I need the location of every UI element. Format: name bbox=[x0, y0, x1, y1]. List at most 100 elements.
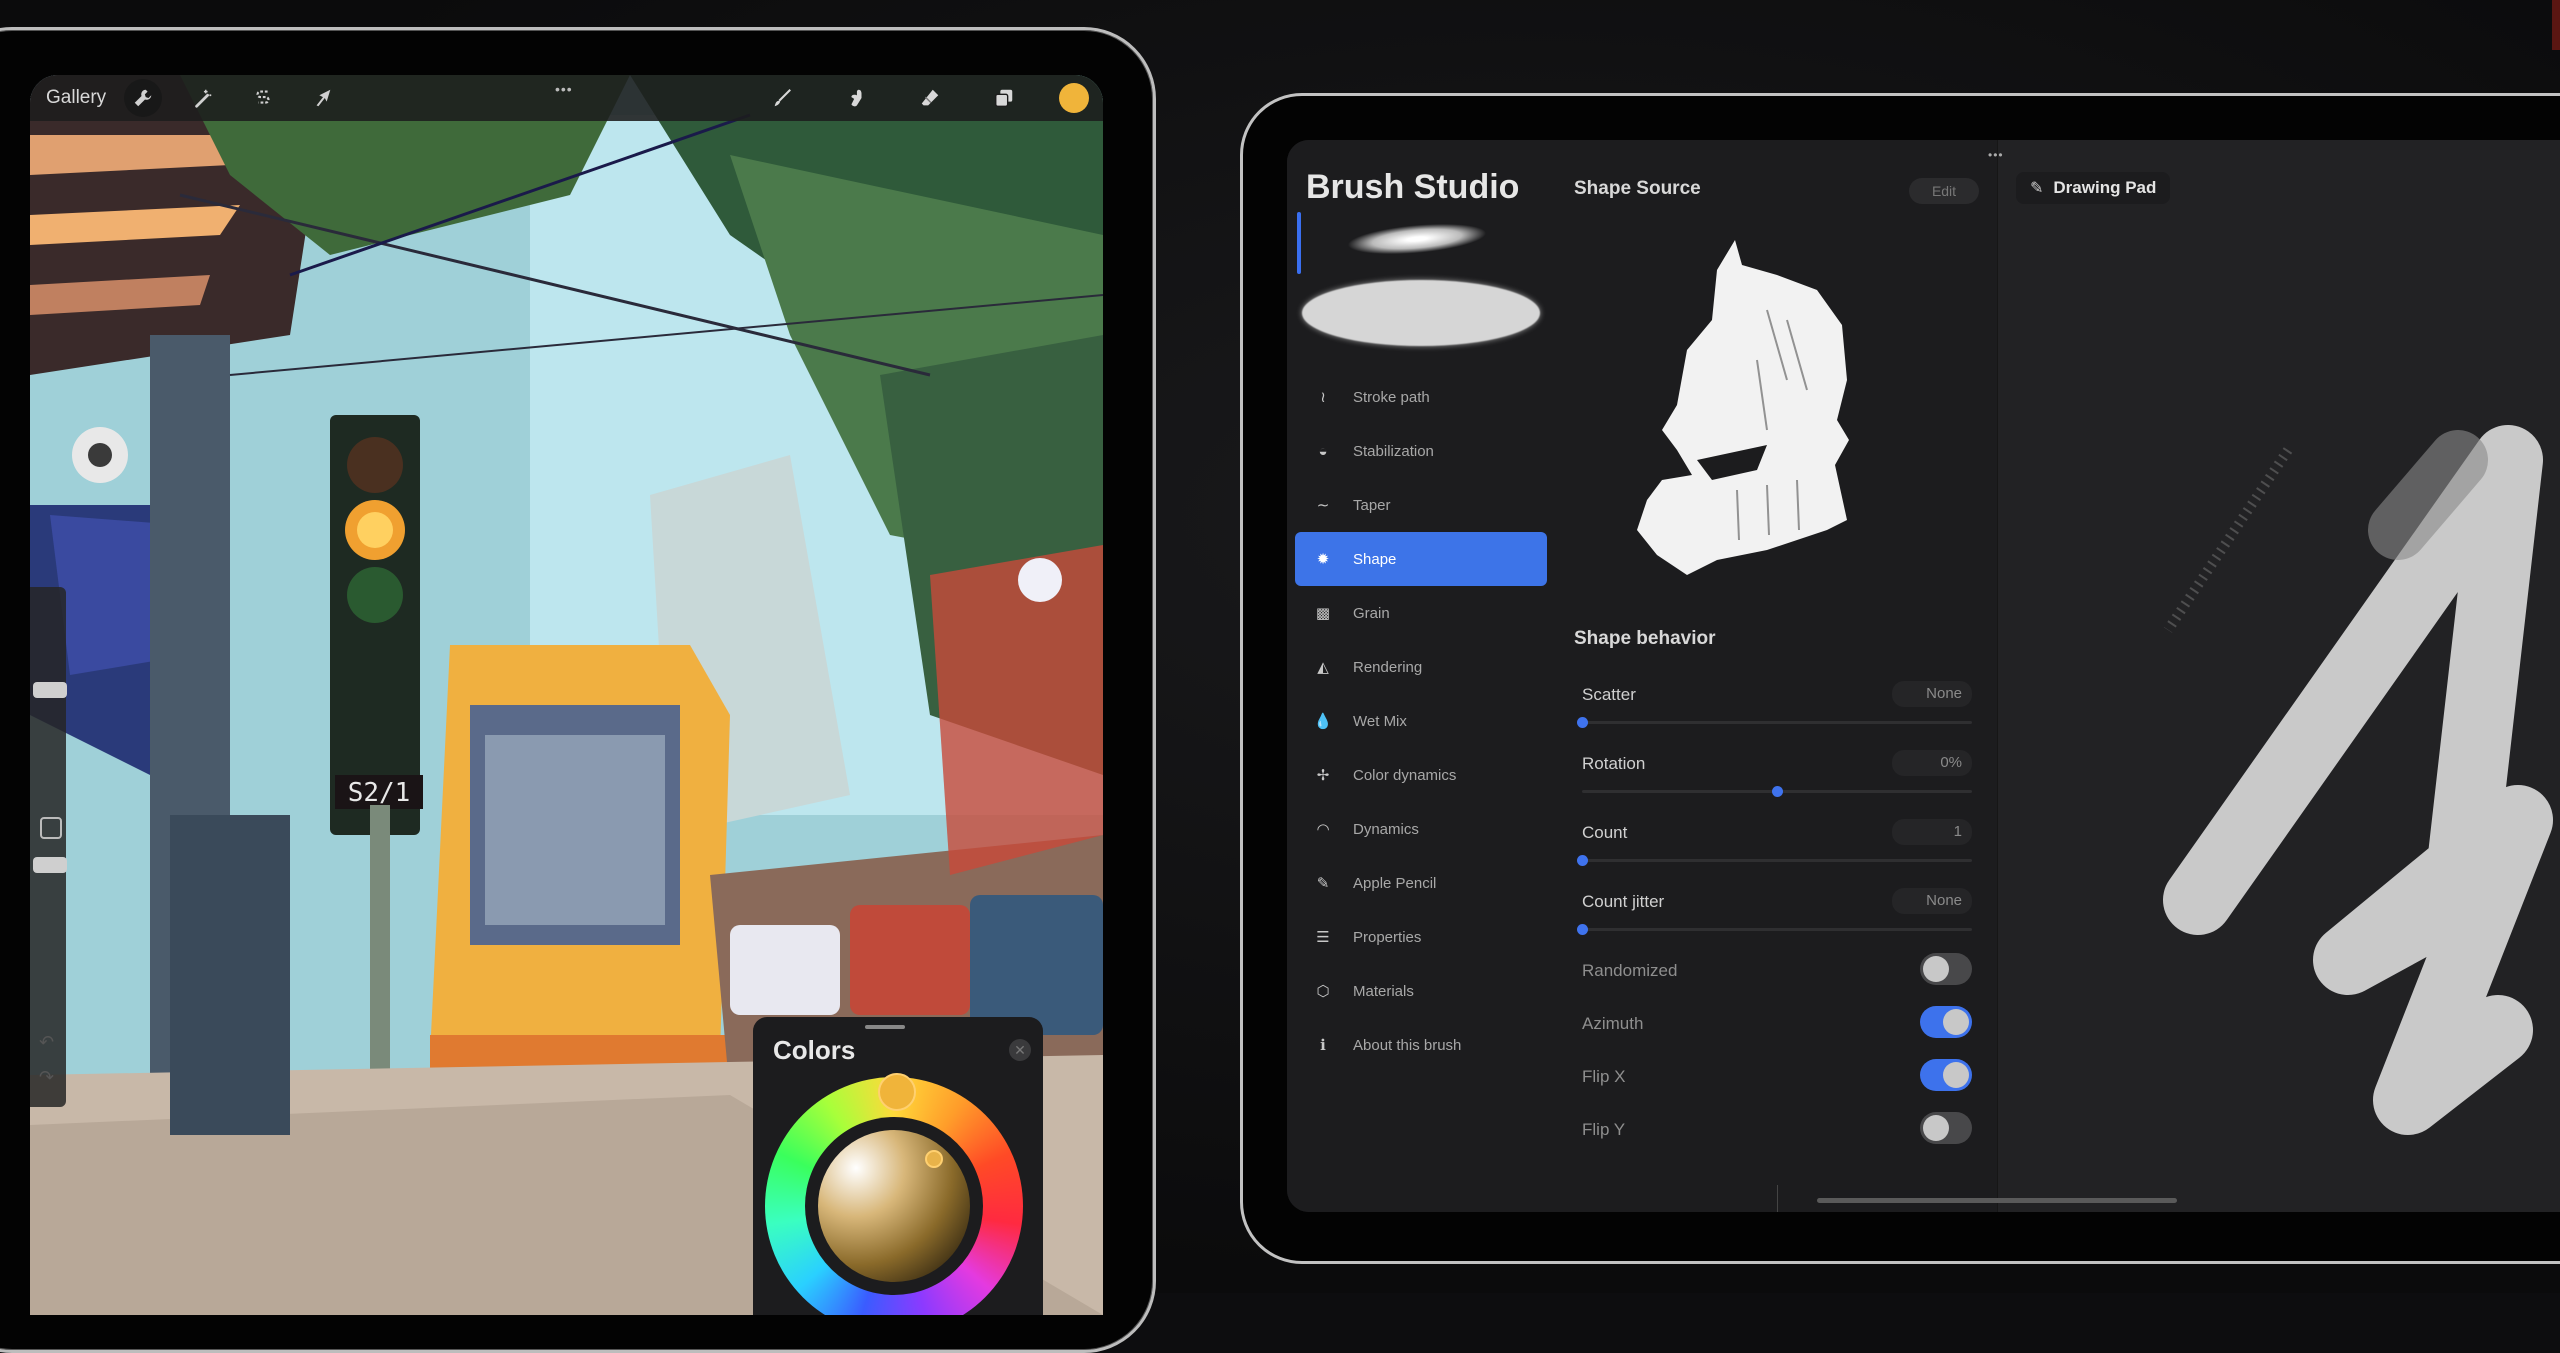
sidebar-item-label: Materials bbox=[1353, 982, 1414, 1000]
slider-track[interactable] bbox=[1577, 924, 1972, 935]
cube-icon: ⬡ bbox=[1316, 983, 1330, 1000]
modify-button[interactable] bbox=[40, 817, 62, 839]
slider-label: Count bbox=[1582, 823, 1628, 842]
shape-source-image[interactable] bbox=[1617, 230, 1927, 590]
toggle-label: Flip Y bbox=[1582, 1120, 1626, 1139]
sidebar-item-shape[interactable]: ✹ Shape bbox=[1295, 532, 1547, 586]
colors-panel-title: Colors bbox=[773, 1035, 856, 1065]
sidebar-item-label: Properties bbox=[1353, 928, 1422, 946]
selection-s-icon[interactable] bbox=[244, 79, 282, 117]
paintbrush-icon[interactable] bbox=[763, 79, 801, 117]
layers-icon[interactable] bbox=[985, 79, 1023, 117]
drop-icon: 💧 bbox=[1313, 713, 1333, 730]
sidebar-item-label: Grain bbox=[1353, 604, 1390, 622]
sidebar-item-label: Shape bbox=[1353, 550, 1397, 568]
slider-thumb[interactable] bbox=[1577, 924, 1588, 935]
slider-scatter: Scatter None bbox=[1577, 681, 1972, 751]
sidebar-item-label: Taper bbox=[1353, 496, 1391, 514]
smudge-finger-icon[interactable] bbox=[837, 79, 875, 117]
hue-selector-knob[interactable] bbox=[878, 1073, 916, 1111]
slider-value[interactable]: 0% bbox=[1892, 750, 1972, 776]
toggle-row-azimuth: Azimuth bbox=[1582, 1006, 1972, 1046]
brush-sidebar: ↶ ↷ bbox=[30, 587, 67, 1107]
toggle-knob bbox=[1943, 1062, 1969, 1088]
redo-button[interactable]: ↷ bbox=[39, 1067, 54, 1088]
brush-studio-title: Brush Studio bbox=[1306, 168, 1520, 206]
background-accent bbox=[2552, 0, 2560, 50]
sidebar-item-label: Rendering bbox=[1353, 658, 1423, 676]
toggle-switch[interactable] bbox=[1920, 953, 1972, 985]
brush-selection-indicator bbox=[1297, 212, 1301, 274]
saturation-brightness-disc[interactable] bbox=[818, 1130, 970, 1282]
home-indicator[interactable] bbox=[1817, 1198, 2177, 1203]
toggle-label: Randomized bbox=[1582, 961, 1678, 980]
brush-studio-sidebar: Brush Studio ≀ Stroke path ◒ Stabilization ∼… bbox=[1287, 140, 1557, 1212]
wrench-icon[interactable] bbox=[124, 79, 163, 117]
sidebar-item-color-dynamics[interactable]: ✢ Color dynamics bbox=[1295, 748, 1547, 802]
drawing-pad-label: Drawing Pad bbox=[2053, 178, 2157, 197]
hue-ring[interactable] bbox=[765, 1073, 1023, 1315]
more-options-button[interactable]: ••• bbox=[555, 81, 573, 97]
eraser-icon[interactable] bbox=[911, 79, 949, 117]
slider-value[interactable]: 1 bbox=[1892, 819, 1972, 845]
edit-button[interactable]: Edit bbox=[1909, 178, 1979, 204]
toggle-switch[interactable] bbox=[1920, 1006, 1972, 1038]
sidebar-item-label: Wet Mix bbox=[1353, 712, 1407, 730]
slider-count: Count 1 bbox=[1577, 819, 1972, 889]
drawing-pad[interactable]: ••• ✎ Drawing Pad C bbox=[1988, 140, 2560, 1212]
slider-value[interactable]: None bbox=[1892, 888, 1972, 914]
list-icon: ☰ bbox=[1316, 929, 1330, 946]
brush-studio-screen: Brush Studio ≀ Stroke path ◒ Stabilization ∼… bbox=[1287, 140, 2560, 1212]
sidebar-item-taper[interactable]: ∼ Taper bbox=[1295, 478, 1547, 532]
disc-selector-knob[interactable] bbox=[925, 1150, 943, 1168]
close-icon[interactable]: ✕ bbox=[1009, 1039, 1031, 1061]
info-icon: ℹ bbox=[1320, 1037, 1326, 1054]
sidebar-item-dynamics[interactable]: ◠ Dynamics bbox=[1295, 802, 1547, 856]
panel-grab-handle[interactable] bbox=[865, 1025, 905, 1029]
slider-thumb[interactable] bbox=[1772, 786, 1783, 797]
undo-button[interactable]: ↶ bbox=[39, 1032, 54, 1053]
taper-icon: ∼ bbox=[1316, 497, 1330, 514]
tram-sign-text: S2/1 bbox=[348, 778, 411, 808]
panel-divider bbox=[1777, 1185, 1778, 1212]
color-picker-button[interactable] bbox=[1059, 83, 1089, 113]
toggle-row-flip-y: Flip Y bbox=[1582, 1112, 1972, 1152]
more-options-button[interactable]: ••• bbox=[1988, 148, 2004, 162]
sidebar-item-materials[interactable]: ⬡ Materials bbox=[1295, 964, 1547, 1018]
brush-preview-stroke-large[interactable] bbox=[1302, 280, 1540, 346]
sidebar-item-about-this-brush[interactable]: ℹ About this brush bbox=[1295, 1018, 1547, 1072]
stabilization-icon: ◒ bbox=[1318, 442, 1328, 460]
pinwheel-icon: ✢ bbox=[1316, 767, 1330, 784]
slider-track[interactable] bbox=[1577, 855, 1972, 866]
sidebar-item-properties[interactable]: ☰ Properties bbox=[1295, 910, 1547, 964]
arrow-cursor-icon[interactable] bbox=[304, 79, 342, 117]
sidebar-item-stabilization[interactable]: ◒ Stabilization bbox=[1295, 424, 1547, 478]
shape-icon: ✹ bbox=[1316, 551, 1330, 568]
slider-count-jitter: Count jitter None bbox=[1577, 888, 1972, 958]
shape-behavior-title: Shape behavior bbox=[1574, 628, 1716, 649]
sidebar-item-label: Color dynamics bbox=[1353, 766, 1457, 784]
slider-value[interactable]: None bbox=[1892, 681, 1972, 707]
sidebar-item-stroke-path[interactable]: ≀ Stroke path bbox=[1295, 370, 1547, 424]
toggle-row-flip-x: Flip X bbox=[1582, 1059, 1972, 1099]
shape-source-title: Shape Source bbox=[1574, 178, 1701, 199]
sidebar-item-apple-pencil[interactable]: ✎ Apple Pencil bbox=[1295, 856, 1547, 910]
shape-settings-panel: Shape Source Edit Shape behavior Scatter… bbox=[1557, 140, 1998, 1212]
sidebar-item-wet-mix[interactable]: 💧 Wet Mix bbox=[1295, 694, 1547, 748]
brush-preview-stroke[interactable] bbox=[1346, 218, 1488, 260]
toggle-switch[interactable] bbox=[1920, 1112, 1972, 1144]
sidebar-item-grain[interactable]: ▩ Grain bbox=[1295, 586, 1547, 640]
slider-thumb[interactable] bbox=[1577, 717, 1588, 728]
slider-thumb[interactable] bbox=[1577, 855, 1588, 866]
toggle-switch[interactable] bbox=[1920, 1059, 1972, 1091]
magic-wand-icon[interactable] bbox=[184, 79, 222, 117]
sidebar-item-rendering[interactable]: ◭ Rendering bbox=[1295, 640, 1547, 694]
procreate-toolbar: Gallery ••• bbox=[30, 75, 1103, 121]
gallery-button[interactable]: Gallery bbox=[46, 87, 106, 109]
toggle-knob bbox=[1923, 956, 1949, 982]
slider-label: Scatter bbox=[1582, 685, 1636, 704]
slider-track[interactable] bbox=[1577, 717, 1972, 728]
brush-opacity-slider-handle[interactable] bbox=[33, 857, 67, 873]
brush-size-slider-handle[interactable] bbox=[33, 682, 67, 698]
slider-track[interactable] bbox=[1582, 786, 1972, 797]
